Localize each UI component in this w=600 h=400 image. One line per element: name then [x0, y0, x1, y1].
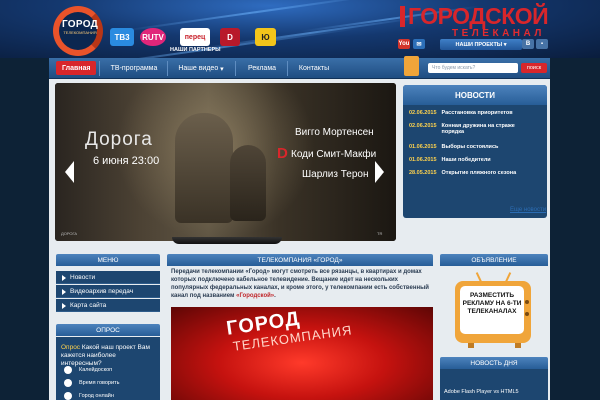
partners-bar: ТВ3 RUTV перец D Ю НАШИ ПАРТНЕРЫ: [110, 28, 278, 56]
slide-figure: [230, 145, 266, 221]
slide-cast-3: Шарлиз Терон: [302, 169, 369, 180]
day-news-title: НОВОСТЬ ДНЯ: [440, 357, 548, 369]
news-item[interactable]: 28.05.2015 Открытие пляжного сезона: [409, 167, 516, 178]
partner-perec-logo[interactable]: перец: [180, 28, 210, 46]
poll-option[interactable]: Калейдоскоп: [64, 366, 112, 374]
slide-cast-2: Коди Смит-Макфи: [291, 149, 377, 160]
news-item[interactable]: 01.06.2015 Выборы состоялись: [409, 141, 498, 152]
radio-button[interactable]: [64, 392, 72, 400]
vk-icon[interactable]: В: [522, 39, 534, 49]
main-description: Передачи телекомпании «Город» могут смот…: [171, 269, 429, 299]
partner-tv3-logo[interactable]: ТВ3: [110, 28, 134, 46]
menu-item-sitemap[interactable]: Карта сайта: [56, 299, 160, 312]
slide-title: Дорога: [85, 129, 153, 150]
ad-title: ОБЪЯВЛЕНИЕ: [440, 254, 548, 266]
nav-our-video[interactable]: Наше видео ▾: [169, 58, 233, 79]
search-button[interactable]: поиск: [521, 63, 547, 73]
slide-footer-left: ДОРОГА: [61, 231, 78, 236]
slide-figure: [175, 113, 233, 223]
tv-stand: [172, 237, 282, 244]
our-projects-dropdown[interactable]: НАШИ ПРОЕКТЫ ▾: [440, 39, 522, 50]
slider-prev-arrow-icon[interactable]: [65, 161, 74, 183]
more-news-link[interactable]: Еще новости: [510, 207, 546, 213]
social-icon[interactable]: ▪: [536, 39, 548, 49]
news-title: НОВОСТИ: [403, 85, 547, 105]
news-item[interactable]: 01.06.2015 Наши победители: [409, 154, 491, 165]
channel-brand[interactable]: ГОРОДСКОЙ ТЕЛЕКАНАЛ: [400, 4, 552, 39]
logo-text: ГОРОД ТЕЛЕКОМПАНИЯ: [61, 19, 99, 35]
nav-contacts[interactable]: Контакты: [289, 58, 339, 79]
menu-item-news[interactable]: Новости: [56, 271, 160, 284]
slide-cast-1: Вигго Мортенсен: [295, 127, 374, 138]
poll-option[interactable]: Город онлайн: [64, 392, 114, 400]
slide-date: 6 июня 23:00: [93, 155, 160, 167]
main-title: ТЕЛЕКОМПАНИЯ «ГОРОД»: [167, 254, 433, 266]
slider-next-arrow-icon[interactable]: [375, 161, 384, 183]
promo-video[interactable]: [171, 307, 433, 400]
search-input[interactable]: Что будем искать?: [428, 63, 518, 73]
slide-footer-right: TR: [377, 231, 383, 236]
radio-button[interactable]: [64, 366, 72, 374]
poll-option[interactable]: Время говорить: [64, 379, 119, 387]
gorodskoy-link[interactable]: «Городской»: [236, 293, 274, 299]
slide-d-logo: D: [277, 145, 288, 162]
mail-icon[interactable]: ✉: [413, 39, 425, 49]
news-panel: НОВОСТИ 02.06.2015 Расстановка приоритето…: [403, 85, 547, 218]
menu-title: МЕНЮ: [56, 254, 160, 266]
news-item[interactable]: 02.06.2015 Расстановка приоритетов: [409, 107, 513, 118]
partner-yu-logo[interactable]: Ю: [255, 28, 276, 46]
day-news-item[interactable]: Adobe Flash Player vs HTML5: [440, 369, 548, 400]
nav-tv-program[interactable]: ТВ-программа: [101, 58, 167, 79]
partner-rutv-logo[interactable]: RUTV: [140, 28, 166, 46]
menu-item-video-archive[interactable]: Видеоархив передач: [56, 285, 160, 298]
nav-home[interactable]: Главная: [56, 61, 97, 75]
chevron-down-icon: ▾: [220, 65, 224, 73]
youtube-icon[interactable]: You: [398, 39, 410, 49]
partner-d-logo[interactable]: D: [220, 28, 240, 46]
poll-title: ОПРОС: [56, 324, 160, 336]
partners-label: НАШИ ПАРТНЕРЫ: [170, 47, 221, 53]
pencil-icon: [404, 56, 419, 76]
poll-question: Опрос Какой наш проект Вам кажется наибо…: [61, 344, 150, 367]
news-item[interactable]: 02.06.2015 Конная дружина на страже поряд…: [409, 123, 532, 137]
ad-banner[interactable]: РАЗМЕСТИТЬ РЕКЛАМУ НА 6-ТИ ТЕЛЕКАНАЛАХ: [460, 286, 524, 334]
nav-advertising[interactable]: Реклама: [237, 58, 287, 79]
featured-slider[interactable]: Дорога 6 июня 23:00 D Вигго Мортенсен Ко…: [55, 83, 396, 241]
radio-button[interactable]: [64, 379, 72, 387]
